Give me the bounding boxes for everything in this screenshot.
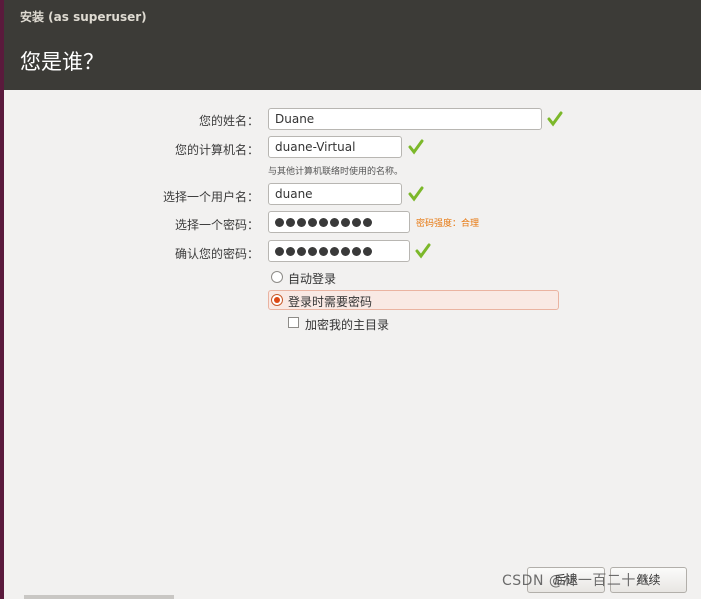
- title-bar: 安装 (as superuser) 您是谁？: [4, 0, 701, 90]
- bottom-strip: [24, 595, 174, 599]
- username-field[interactable]: duane: [268, 183, 402, 205]
- computer-name-field[interactable]: duane-Virtual: [268, 136, 402, 158]
- confirm-password-valid-check-icon: [415, 243, 431, 259]
- computer-name-valid-check-icon: [408, 139, 424, 155]
- encrypt-home-checkbox[interactable]: [288, 317, 299, 328]
- installer-window: 安装 (as superuser) 您是谁？ 您的姓名： Duane 您的计算机…: [4, 0, 701, 599]
- password-strength-label: 密码强度：合理: [416, 219, 480, 229]
- name-label: 您的姓名：: [198, 114, 259, 128]
- auto-login-label[interactable]: 自动登录: [288, 270, 336, 287]
- watermark: CSDN @林一百二十八: [502, 573, 651, 589]
- auto-login-radio[interactable]: [271, 271, 283, 283]
- require-password-label[interactable]: 登录时需要密码: [288, 293, 372, 310]
- confirm-password-label: 确认您的密码：: [174, 247, 259, 261]
- require-password-radio[interactable]: [271, 294, 283, 306]
- confirm-password-field[interactable]: [268, 240, 410, 262]
- computer-name-hint: 与其他计算机联络时使用的名称。: [268, 167, 404, 177]
- encrypt-home-label[interactable]: 加密我的主目录: [305, 316, 389, 333]
- name-valid-check-icon: [547, 111, 563, 127]
- computer-name-label: 您的计算机名：: [174, 143, 259, 157]
- username-valid-check-icon: [408, 186, 424, 202]
- window-title: 安装 (as superuser): [20, 10, 147, 24]
- password-label: 选择一个密码：: [174, 218, 259, 232]
- username-label: 选择一个用户名：: [162, 190, 259, 204]
- name-field[interactable]: Duane: [268, 108, 542, 130]
- page-heading: 您是谁？: [20, 50, 104, 74]
- password-field[interactable]: [268, 211, 410, 233]
